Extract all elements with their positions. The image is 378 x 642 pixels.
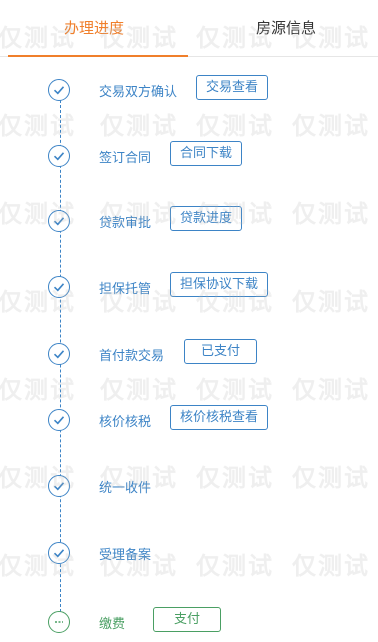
step-unified-receipt: 统一收件 (0, 470, 378, 504)
step-down-payment: 首付款交易 已支付 (0, 338, 378, 372)
step-label: 核价核税 (99, 415, 152, 430)
loan-progress-button[interactable]: 贷款进度 (170, 206, 243, 231)
watermark-text: 仅测试 (292, 376, 370, 404)
step-label: 统一收件 (99, 481, 152, 496)
watermark-text: 仅测试 (196, 376, 274, 404)
watermark-text: 仅测试 (0, 112, 76, 140)
step-label: 贷款审批 (99, 216, 152, 231)
tab-bar: 办理进度 房源信息 (0, 0, 378, 57)
step-sign-contract: 签订合同 合同下载 (0, 140, 378, 174)
watermark-text: 仅测试 (292, 112, 370, 140)
step-label: 交易双方确认 (99, 85, 178, 100)
step-price-tax-check: 核价核税 核价核税查看 (0, 404, 378, 438)
tab-progress[interactable]: 办理进度 (0, 0, 188, 57)
check-circle-icon (48, 210, 70, 232)
step-label: 担保托管 (99, 282, 152, 297)
watermark-text: 仅测试 (0, 376, 76, 404)
download-escrow-agreement-button[interactable]: 担保协议下载 (170, 272, 269, 297)
pending-circle-icon (48, 611, 70, 633)
step-transaction-confirm: 交易双方确认 交易查看 (0, 74, 378, 108)
step-loan-approval: 贷款审批 贷款进度 (0, 205, 378, 239)
paid-button[interactable]: 已支付 (184, 339, 258, 364)
step-label: 受理备案 (99, 548, 152, 563)
view-price-tax-button[interactable]: 核价核税查看 (170, 405, 269, 430)
watermark-text: 仅测试 (100, 376, 178, 404)
view-transaction-button[interactable]: 交易查看 (196, 75, 269, 100)
step-filing: 受理备案 (0, 537, 378, 571)
check-circle-icon (48, 343, 70, 365)
check-circle-icon (48, 542, 70, 564)
check-circle-icon (48, 79, 70, 101)
download-contract-button[interactable]: 合同下载 (170, 141, 243, 166)
step-pay-fees: 缴费 支付 (0, 606, 378, 640)
step-label: 首付款交易 (99, 349, 165, 364)
tab-property-info[interactable]: 房源信息 (222, 0, 350, 56)
step-label: 签订合同 (99, 151, 152, 166)
step-label: 缴费 (99, 617, 126, 632)
check-circle-icon (48, 276, 70, 298)
step-escrow: 担保托管 担保协议下载 (0, 271, 378, 305)
watermark-text: 仅测试 (100, 112, 178, 140)
check-circle-icon (48, 145, 70, 167)
check-circle-icon (48, 475, 70, 497)
pay-button[interactable]: 支付 (153, 607, 222, 632)
watermark-text: 仅测试 (196, 112, 274, 140)
check-circle-icon (48, 409, 70, 431)
